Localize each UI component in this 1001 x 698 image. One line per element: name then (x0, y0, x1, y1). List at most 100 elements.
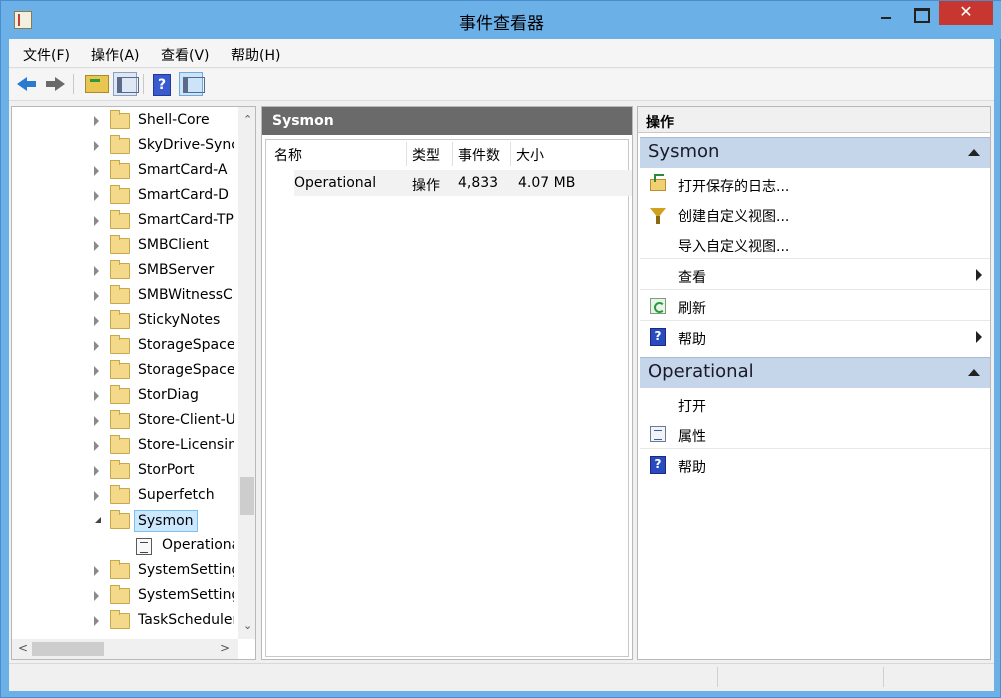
action-create-custom-view[interactable]: 创建自定义视图... (640, 199, 990, 229)
tree-item[interactable]: StorDiag (12, 384, 237, 409)
action-open[interactable]: 打开 (640, 389, 990, 419)
expand-arrow-icon[interactable] (94, 366, 99, 376)
scroll-right-icon[interactable]: > (220, 641, 230, 655)
tree-item-operational[interactable]: Operational (12, 534, 237, 559)
expand-arrow-icon[interactable] (94, 191, 99, 201)
collapse-caret-icon[interactable] (968, 369, 980, 376)
action-import-custom-view[interactable]: 导入自定义视图... (640, 229, 990, 259)
expand-arrow-icon[interactable] (94, 391, 99, 401)
column-separator[interactable] (510, 142, 511, 166)
expand-arrow-icon[interactable] (94, 141, 99, 151)
expand-arrow-icon[interactable] (94, 441, 99, 451)
column-separator[interactable] (406, 142, 407, 166)
tree-item-label: StorageSpaces (138, 337, 234, 353)
close-button[interactable]: ✕ (939, 1, 993, 25)
scroll-thumb[interactable] (32, 642, 104, 656)
tree-vertical-scrollbar[interactable]: ⌃ ⌄ (238, 107, 255, 639)
tree-item-label: SMBClient (138, 237, 209, 253)
tree-item[interactable]: Store-Licensing (12, 434, 237, 459)
tree-item[interactable]: SMBWitnessClient (12, 284, 237, 309)
menu-help[interactable]: 帮助(H) (231, 45, 280, 65)
expand-arrow-icon[interactable] (94, 266, 99, 276)
expand-arrow-icon[interactable] (94, 466, 99, 476)
log-list[interactable]: 名称 类型 事件数 大小 Operational 操作 4,833 4.07 M… (265, 139, 632, 657)
tree-item[interactable]: StorPort (12, 459, 237, 484)
tree-item[interactable]: StickyNotes (12, 309, 237, 334)
scroll-thumb[interactable] (240, 477, 254, 515)
collapse-caret-icon[interactable] (968, 149, 980, 156)
tree-item[interactable]: SkyDrive-Sync (12, 134, 237, 159)
properties-icon (650, 426, 666, 442)
folder-icon (110, 460, 130, 479)
expand-arrow-icon[interactable] (94, 116, 99, 126)
tree-item[interactable]: SmartCard-D (12, 184, 237, 209)
folder-icon (110, 510, 130, 529)
scroll-left-icon[interactable]: < (18, 641, 28, 655)
tree-item[interactable]: SmartCard-A (12, 159, 237, 184)
column-header-size[interactable]: 大小 (516, 145, 544, 165)
column-separator[interactable] (452, 142, 453, 166)
expand-arrow-icon[interactable] (94, 591, 99, 601)
expand-arrow-icon[interactable] (94, 491, 99, 501)
expand-arrow-icon[interactable] (94, 341, 99, 351)
maximize-button[interactable] (906, 5, 936, 27)
section-header-operational[interactable]: Operational (640, 357, 990, 388)
back-arrow-icon[interactable] (15, 72, 39, 96)
expand-arrow-icon[interactable] (94, 316, 99, 326)
tree-item[interactable]: SystemSettings (12, 584, 237, 609)
console-tree[interactable]: Shell-Core SkyDrive-Sync SmartCard-A Sma… (11, 106, 256, 660)
action-label: 帮助 (678, 460, 706, 476)
menu-action[interactable]: 操作(A) (91, 45, 140, 65)
tree-item[interactable]: StorageSpaces (12, 334, 237, 359)
scroll-down-icon[interactable]: ⌄ (243, 619, 252, 632)
expand-arrow-icon[interactable] (94, 616, 99, 626)
minimize-button[interactable] (871, 5, 901, 27)
forward-arrow-icon[interactable] (43, 72, 67, 96)
expand-arrow-icon[interactable] (94, 216, 99, 226)
tree-item[interactable]: StorageSpaces (12, 359, 237, 384)
show-hide-console-tree-icon[interactable] (113, 72, 139, 96)
up-folder-icon[interactable] (85, 75, 109, 93)
tree-item-sysmon[interactable]: Sysmon (12, 509, 237, 534)
column-header-type[interactable]: 类型 (412, 145, 440, 165)
action-properties[interactable]: 属性 (640, 419, 990, 449)
expand-arrow-icon[interactable] (94, 241, 99, 251)
column-header-name[interactable]: 名称 (274, 145, 302, 165)
tree-horizontal-scrollbar[interactable]: < > (12, 639, 238, 659)
expand-arrow-icon[interactable] (94, 291, 99, 301)
folder-icon (110, 285, 130, 304)
cell-name: Operational (294, 175, 377, 191)
action-refresh[interactable]: 刷新 (640, 291, 990, 321)
action-help-operational[interactable]: ? 帮助 (640, 450, 990, 480)
scroll-up-icon[interactable]: ⌃ (243, 113, 252, 126)
menu-view[interactable]: 查看(V) (161, 45, 210, 65)
tree-item[interactable]: TaskScheduler (12, 609, 237, 634)
tree-item[interactable]: Superfetch (12, 484, 237, 509)
action-label: 导入自定义视图... (678, 239, 790, 255)
tree-item[interactable]: SmartCard-TPM (12, 209, 237, 234)
show-hide-action-pane-icon[interactable] (179, 72, 205, 96)
cell-size: 4.07 MB (518, 175, 576, 191)
folder-icon (110, 260, 130, 279)
action-open-saved-log[interactable]: 打开保存的日志... (640, 169, 990, 199)
action-label: 打开保存的日志... (678, 179, 790, 195)
filter-icon (650, 208, 666, 224)
expand-arrow-icon[interactable] (94, 566, 99, 576)
expand-arrow-icon[interactable] (94, 166, 99, 176)
help-icon[interactable]: ? (153, 74, 171, 96)
tree-item-label: Shell-Core (138, 112, 210, 128)
tree-item[interactable]: SMBServer (12, 259, 237, 284)
tree-item[interactable]: SystemSettings (12, 559, 237, 584)
action-view[interactable]: 查看 (640, 260, 990, 290)
action-help[interactable]: ? 帮助 (640, 322, 990, 352)
menu-file[interactable]: 文件(F) (23, 45, 70, 65)
tree-item[interactable]: Shell-Core (12, 109, 237, 134)
tree-item[interactable]: SMBClient (12, 234, 237, 259)
column-header-count[interactable]: 事件数 (458, 145, 500, 165)
title-bar[interactable]: 事件查看器 ✕ (1, 1, 1001, 39)
actions-title: 操作 (638, 107, 990, 133)
table-row[interactable]: Operational 操作 4,833 4.07 MB (294, 170, 632, 196)
tree-item[interactable]: Store-Client-UI (12, 409, 237, 434)
section-header-sysmon[interactable]: Sysmon (640, 137, 990, 168)
expand-arrow-icon[interactable] (94, 416, 99, 426)
